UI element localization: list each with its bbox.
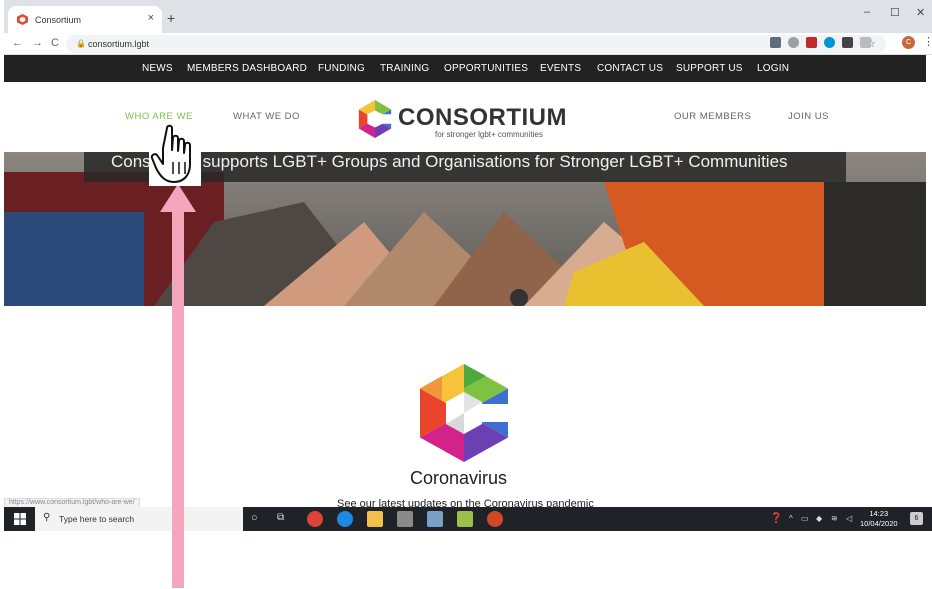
windows-taskbar: ⚲ Type here to search ○ ⧉ ❓ ^ ▭ ◆ ≋ ◁ 14… xyxy=(4,507,932,531)
nav-what-we-do[interactable]: WHAT WE DO xyxy=(233,111,300,122)
volume-icon[interactable]: ◁ xyxy=(846,514,852,523)
logo-wordmark[interactable]: CONSORTIUM xyxy=(398,104,567,132)
site-top-nav: NEWS MEMBERS DASHBOARD FUNDING TRAINING … xyxy=(4,55,926,82)
clock-date: 10/04/2020 xyxy=(860,519,898,528)
cortana-icon[interactable]: ○ xyxy=(251,512,258,524)
forward-arrow-icon[interactable]: → xyxy=(32,37,43,49)
nav-who-are-we[interactable]: WHO ARE WE xyxy=(125,111,193,122)
taskbar-clock[interactable]: 14:23 10/04/2020 xyxy=(860,509,898,529)
wifi-icon[interactable]: ≋ xyxy=(831,514,838,523)
site-header: WHO ARE WE WHAT WE DO CONSORTIUM for str… xyxy=(4,82,926,152)
tab-close-icon[interactable]: × xyxy=(148,12,154,24)
topnav-training[interactable]: TRAINING xyxy=(380,63,429,74)
windows-start-icon[interactable] xyxy=(14,513,26,525)
hero-image xyxy=(4,152,926,306)
extension-shield-icon[interactable] xyxy=(770,37,781,48)
topnav-members-dashboard[interactable]: MEMBERS DASHBOARD xyxy=(187,63,307,74)
back-arrow-icon[interactable]: ← xyxy=(12,37,23,49)
extension-layers-icon[interactable] xyxy=(842,37,853,48)
tab-title: Consortium xyxy=(35,15,82,25)
nav-join-us[interactable]: JOIN US xyxy=(788,111,829,122)
profile-avatar[interactable]: C xyxy=(902,36,915,49)
coronavirus-subtitle: See our latest updates on the Coronaviru… xyxy=(337,498,594,507)
taskbar-search-placeholder[interactable]: Type here to search xyxy=(59,514,134,524)
topnav-login[interactable]: LOGIN xyxy=(757,63,789,74)
reload-icon[interactable]: C xyxy=(51,37,59,49)
new-tab-button[interactable]: + xyxy=(167,10,175,26)
extension-np-icon[interactable] xyxy=(860,37,871,48)
browser-window: Consortium × + – ☐ ✕ ← → C 🔒 consortium.… xyxy=(4,0,932,55)
topnav-support-us[interactable]: SUPPORT US xyxy=(676,63,743,74)
minimize-button[interactable]: – xyxy=(864,6,870,18)
url-text[interactable]: consortium.lgbt xyxy=(88,39,149,49)
close-window-button[interactable]: ✕ xyxy=(916,6,925,19)
clock-time: 14:23 xyxy=(869,509,889,518)
browser-menu-icon[interactable]: ⋮ xyxy=(923,35,932,48)
topnav-opportunities[interactable]: OPPORTUNITIES xyxy=(444,63,528,74)
lock-icon: 🔒 xyxy=(76,39,86,48)
taskbar-search-box[interactable]: ⚲ Type here to search xyxy=(35,507,243,531)
security-tray-icon[interactable]: ◆ xyxy=(816,514,822,523)
tab-strip: Consortium × + – ☐ ✕ xyxy=(4,0,932,33)
url-bar[interactable]: 🔒 consortium.lgbt ☆ xyxy=(66,35,886,53)
topnav-news[interactable]: NEWS xyxy=(142,63,173,74)
coronavirus-logo-icon[interactable] xyxy=(420,364,508,462)
app-taskbar-icon[interactable] xyxy=(397,511,413,527)
show-hidden-icons-chevron[interactable]: ^ xyxy=(789,514,793,523)
extension-pdf-icon[interactable] xyxy=(806,37,817,48)
extension-hp-icon[interactable] xyxy=(824,37,835,48)
chrome-taskbar-icon[interactable] xyxy=(307,511,323,527)
consortium-favicon xyxy=(17,14,28,25)
battery-icon[interactable]: ▭ xyxy=(801,514,809,523)
hand-pointer-cursor-icon xyxy=(150,124,191,183)
topnav-funding[interactable]: FUNDING xyxy=(318,63,365,74)
edge-taskbar-icon[interactable] xyxy=(337,511,353,527)
annotation-arrow-head xyxy=(160,184,196,212)
coronavirus-heading[interactable]: Coronavirus xyxy=(410,468,507,489)
consortium-logo-icon[interactable] xyxy=(356,100,394,138)
help-tray-icon[interactable]: ❓ xyxy=(770,513,782,524)
annotation-arrow-shaft xyxy=(172,210,184,588)
paint-taskbar-icon[interactable] xyxy=(427,511,443,527)
powerpoint-taskbar-icon[interactable] xyxy=(487,511,503,527)
file-explorer-icon[interactable] xyxy=(367,511,383,527)
nav-our-members[interactable]: OUR MEMBERS xyxy=(674,111,751,122)
maximize-button[interactable]: ☐ xyxy=(890,6,900,19)
logo-tagline: for stronger lgbt+ communities xyxy=(435,130,543,139)
search-icon: ⚲ xyxy=(43,512,51,523)
topnav-events[interactable]: EVENTS xyxy=(540,63,581,74)
app2-taskbar-icon[interactable] xyxy=(457,511,473,527)
browser-tab[interactable]: Consortium × xyxy=(8,6,162,33)
hero-banner-text: Consortium supports LGBT+ Groups and Org… xyxy=(111,152,788,171)
notification-center-icon[interactable]: 6 xyxy=(910,512,923,525)
task-view-icon[interactable]: ⧉ xyxy=(277,512,284,523)
extension-cloud-icon[interactable] xyxy=(788,37,799,48)
notification-count: 6 xyxy=(914,515,919,522)
topnav-contact-us[interactable]: CONTACT US xyxy=(597,63,663,74)
